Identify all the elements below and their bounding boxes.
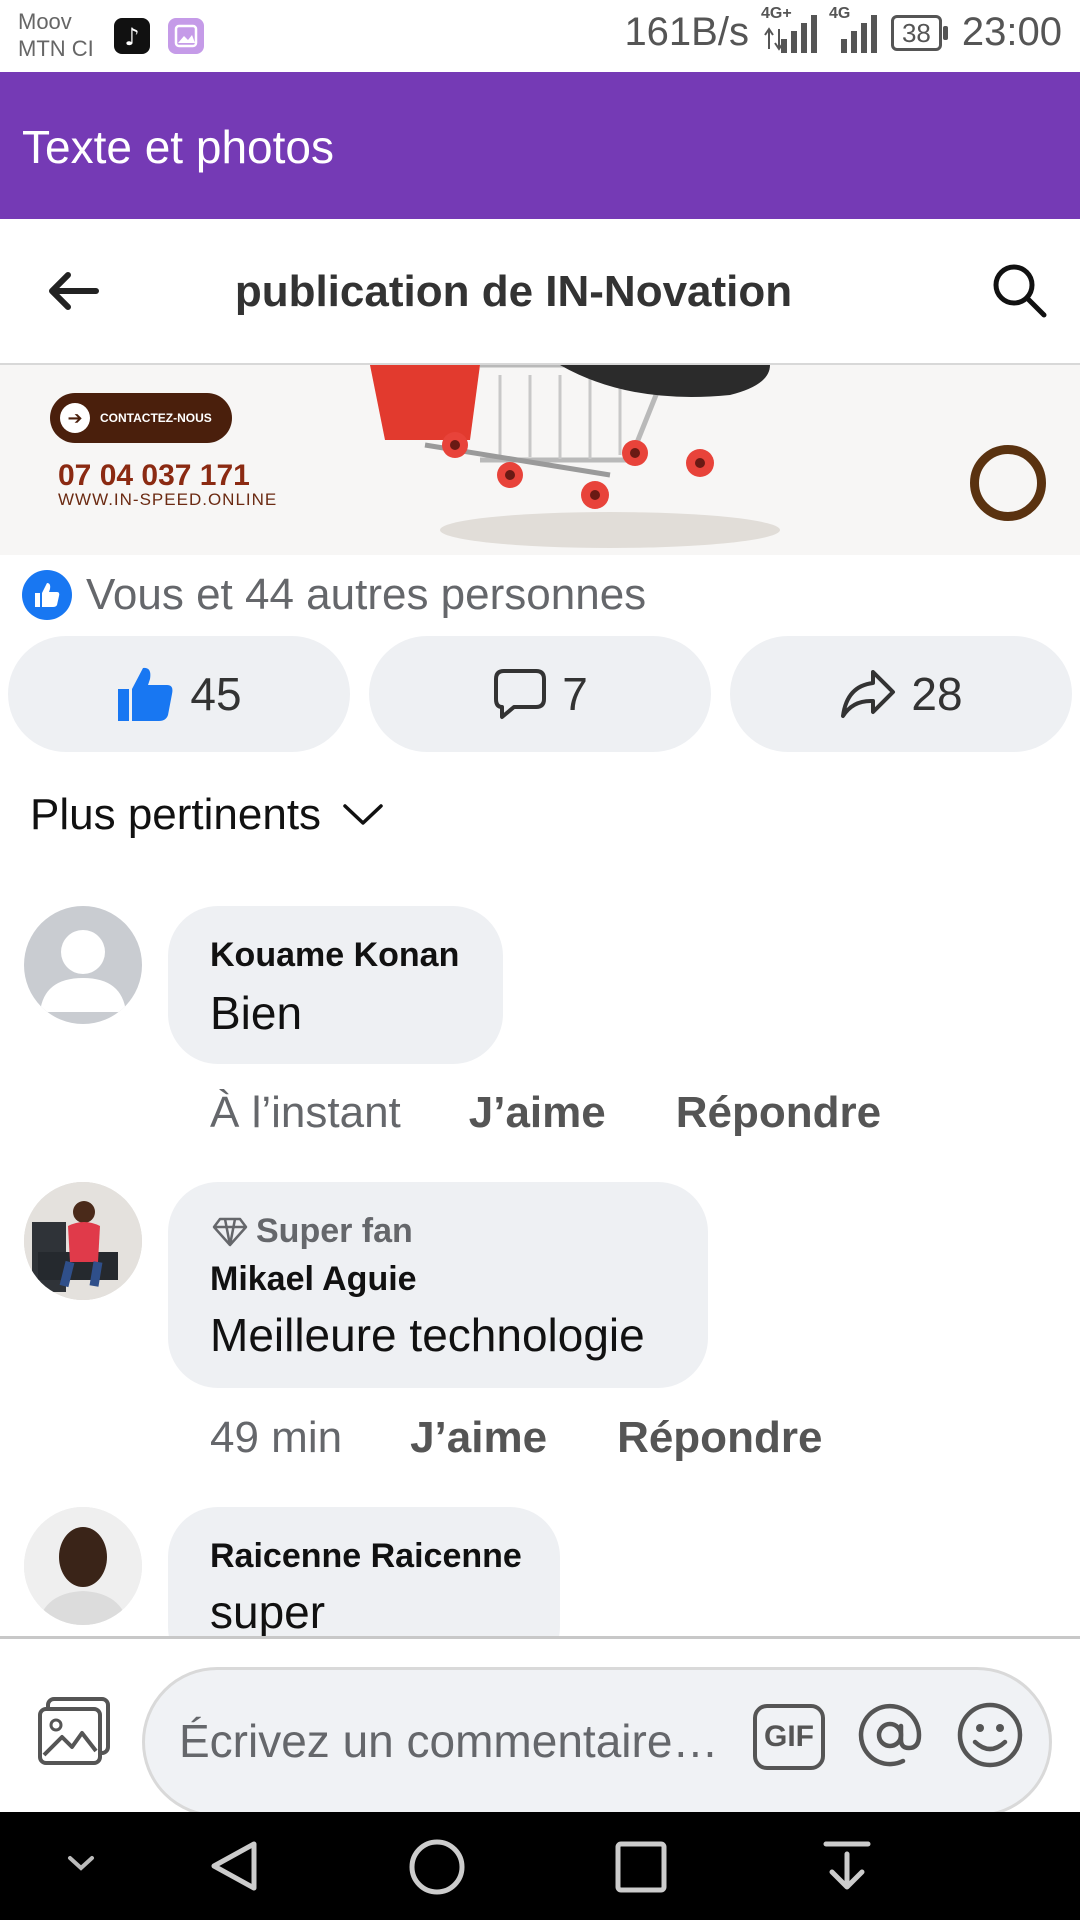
- comment-count: 7: [562, 668, 588, 720]
- comment-time: 49 min: [210, 1413, 343, 1462]
- avatar[interactable]: [24, 1182, 142, 1300]
- like-button[interactable]: 45: [8, 636, 350, 752]
- chevron-down-icon: [343, 804, 383, 825]
- svg-text:♪: ♪: [124, 23, 139, 51]
- add-photo-icon[interactable]: [36, 1695, 112, 1772]
- like-reaction-icon: [22, 570, 72, 620]
- share-count: 28: [911, 668, 963, 720]
- system-nav-bar: [0, 1812, 1080, 1920]
- carrier-info: Moov MTN CI: [18, 8, 94, 62]
- network-type-1: 4G+: [760, 4, 792, 22]
- app-bar: Texte et photos: [0, 72, 1080, 219]
- comment-bubble-icon: [494, 669, 547, 719]
- emoji-icon[interactable]: [955, 1700, 1025, 1775]
- ring-icon: [970, 445, 1046, 521]
- signal-4g-icon: 4G: [829, 5, 879, 55]
- shopping-cart-image: [330, 365, 790, 555]
- contact-label: CONTACTEZ-NOUS: [100, 411, 212, 425]
- recents-nav-icon[interactable]: [614, 1840, 668, 1899]
- reactions-summary[interactable]: Vous et 44 autres personnes: [22, 570, 646, 620]
- reactions-summary-text: Vous et 44 autres personnes: [86, 570, 647, 619]
- share-button[interactable]: 28: [730, 636, 1072, 752]
- gif-button[interactable]: GIF: [753, 1704, 825, 1770]
- gallery-app-icon: [168, 18, 204, 54]
- sort-dropdown[interactable]: Plus pertinents: [30, 790, 383, 840]
- signal-4g-plus-icon: 4G+: [761, 5, 817, 55]
- sort-label: Plus pertinents: [30, 790, 322, 839]
- network-type-2: 4G: [828, 4, 851, 22]
- search-icon[interactable]: [990, 261, 1048, 324]
- comment-input[interactable]: Écrivez un commentaire… GIF: [142, 1667, 1052, 1817]
- carrier-1: Moov: [18, 9, 72, 34]
- app-bar-title: Texte et photos: [22, 121, 334, 173]
- tiktok-icon: ♪: [114, 18, 150, 54]
- status-bar: Moov MTN CI ♪ 161B/s 4G+ 4G 38 23:00: [0, 0, 1080, 72]
- like-comment-button[interactable]: J’aime: [469, 1088, 606, 1138]
- contact-button[interactable]: ➔ CONTACTEZ-NOUS: [50, 393, 232, 443]
- home-nav-icon[interactable]: [408, 1838, 466, 1901]
- chevron-down-icon[interactable]: [66, 1854, 96, 1879]
- diamond-icon: [212, 1217, 248, 1246]
- reply-button[interactable]: Répondre: [617, 1413, 822, 1463]
- comment-clip: Raicenne Raicenne super: [0, 1500, 1080, 1636]
- comment-bubble[interactable]: Raicenne Raicenne super: [168, 1507, 560, 1636]
- carrier-2: MTN CI: [18, 36, 94, 61]
- comment-placeholder: Écrivez un commentaire…: [179, 1715, 719, 1767]
- banner-phone: 07 04 037 171: [58, 459, 250, 492]
- comment-text: Meilleure technologie: [210, 1309, 645, 1361]
- status-right: 161B/s 4G+ 4G 38 23:00: [624, 5, 1062, 55]
- mention-icon[interactable]: [855, 1700, 925, 1775]
- comment-bubble[interactable]: Kouame Konan Bien: [168, 906, 503, 1064]
- comment-button[interactable]: 7: [369, 636, 711, 752]
- comment-meta: 49 min J’aime Répondre: [210, 1413, 822, 1463]
- comment-author[interactable]: Mikael Aguie: [210, 1260, 417, 1299]
- comment-bubble[interactable]: Super fan Mikael Aguie Meilleure technol…: [168, 1182, 708, 1388]
- banner-website: WWW.IN-SPEED.ONLINE: [58, 490, 278, 509]
- comment-text: super: [210, 1586, 326, 1636]
- super-fan-badge: Super fan: [212, 1212, 413, 1251]
- thumbs-up-icon: [118, 667, 173, 721]
- gif-label: GIF: [764, 1720, 814, 1753]
- reply-button[interactable]: Répondre: [676, 1088, 881, 1138]
- clock: 23:00: [961, 10, 1062, 54]
- battery-icon: 38: [890, 14, 948, 51]
- comment-meta: À l’instant J’aime Répondre: [210, 1088, 881, 1138]
- badge-label: Super fan: [256, 1212, 413, 1250]
- comment-composer: Écrivez un commentaire… GIF: [0, 1636, 1080, 1817]
- share-arrow-icon: [841, 670, 896, 718]
- page-title: publication de IN-Novation: [234, 267, 793, 316]
- network-speed: 161B/s: [624, 10, 749, 54]
- post-image-banner[interactable]: ➔ CONTACTEZ-NOUS 07 04 037 171 WWW.IN-SP…: [0, 365, 1080, 555]
- avatar[interactable]: [24, 906, 142, 1024]
- back-nav-icon[interactable]: [206, 1838, 262, 1899]
- comment-time: À l’instant: [210, 1088, 401, 1137]
- arrow-right-icon: ➔: [60, 403, 90, 433]
- post-header: publication de IN-Novation: [0, 219, 1080, 365]
- comment-text: Bien: [210, 987, 303, 1039]
- comment-author[interactable]: Kouame Konan: [210, 936, 459, 975]
- notification-pull-icon[interactable]: [822, 1840, 872, 1899]
- comment-author[interactable]: Raicenne Raicenne: [210, 1537, 522, 1576]
- like-comment-button[interactable]: J’aime: [410, 1413, 547, 1463]
- like-count: 45: [190, 668, 242, 720]
